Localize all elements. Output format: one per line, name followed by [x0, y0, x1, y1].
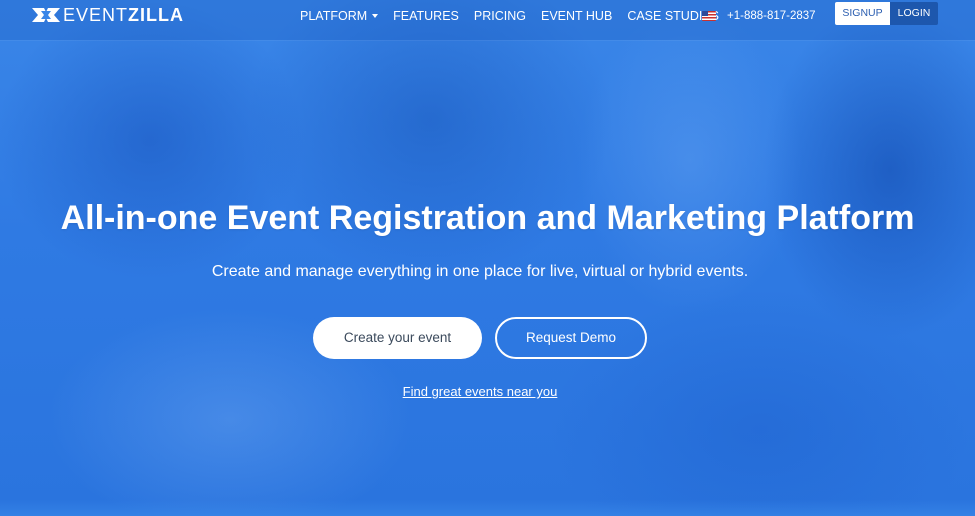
- find-events-link[interactable]: Find great events near you: [0, 384, 960, 400]
- create-event-button[interactable]: Create your event: [313, 317, 482, 359]
- login-button[interactable]: LOGIN: [890, 2, 938, 25]
- signup-button[interactable]: SIGNUP: [835, 2, 890, 25]
- nav-item-features[interactable]: FEATURES: [393, 9, 459, 23]
- top-navbar: EVENTZILLA PLATFORM FEATURES PRICING EVE…: [0, 0, 975, 40]
- hero-background-image: [0, 0, 975, 516]
- request-demo-button[interactable]: Request Demo: [495, 317, 647, 359]
- us-flag-icon[interactable]: [702, 11, 716, 21]
- chevron-down-icon: [372, 14, 379, 18]
- phone-number[interactable]: +1-888-817-2837: [727, 9, 816, 23]
- hero-section: EVENTZILLA PLATFORM FEATURES PRICING EVE…: [0, 0, 975, 516]
- brand-logo[interactable]: EVENTZILLA: [32, 6, 184, 24]
- brand-wordmark-bold: ZILLA: [128, 5, 185, 25]
- hero-bottom-fade: [0, 500, 975, 516]
- hero-headline: All-in-one Event Registration and Market…: [60, 199, 915, 237]
- nav-item-pricing[interactable]: PRICING: [474, 9, 526, 23]
- brand-wordmark-light: EVENT: [63, 5, 129, 25]
- nav-item-platform[interactable]: PLATFORM: [300, 9, 379, 23]
- flag-canton: [702, 11, 708, 16]
- nav-item-event-hub[interactable]: EVENT HUB: [541, 9, 612, 23]
- brand-wordmark: EVENTZILLA: [63, 6, 184, 24]
- main-nav: PLATFORM FEATURES PRICING EVENT HUB CASE…: [300, 9, 719, 23]
- eventzilla-logo-icon: [32, 8, 60, 22]
- nav-item-platform-label: PLATFORM: [300, 9, 368, 23]
- hero-subheadline: Create and manage everything in one plac…: [211, 263, 749, 280]
